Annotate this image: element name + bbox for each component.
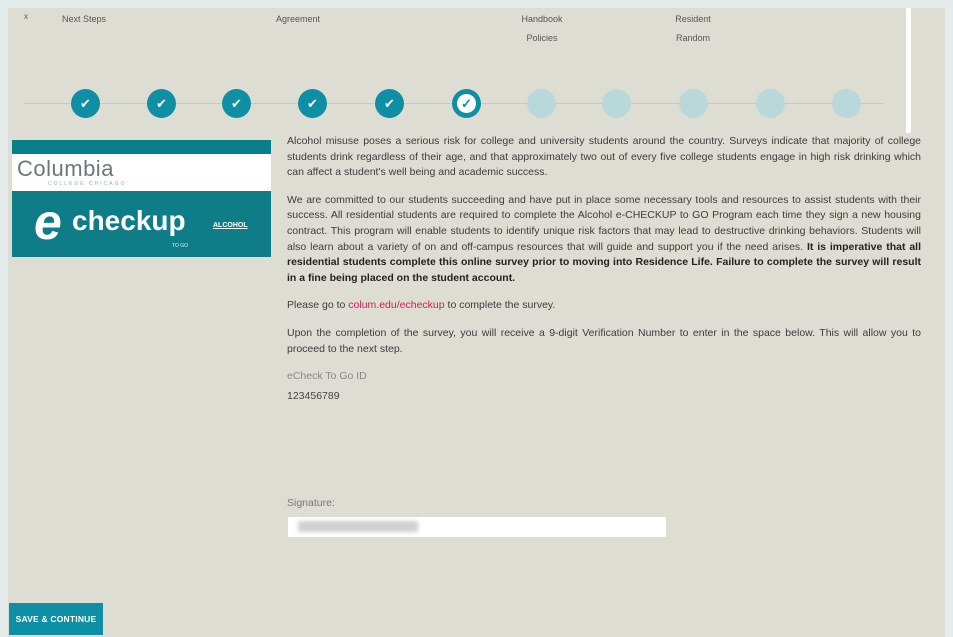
check-icon: ✔ (231, 95, 242, 111)
logo-college-name: Columbia (17, 156, 114, 181)
logo-echeckup-band: e checkup ALCOHOL TO GO (12, 191, 271, 257)
signature-label: Signature: (287, 497, 335, 509)
step-label-agreement: Agreement (276, 14, 321, 24)
step-9-pending (679, 89, 708, 118)
intro-paragraph: Alcohol misuse poses a serious risk for … (287, 135, 921, 179)
signature-redacted-value (298, 521, 418, 532)
check-icon: ✔ (80, 95, 91, 111)
step-8-pending (602, 89, 631, 118)
check-icon: ✔ (384, 95, 395, 111)
main-content: Alcohol misuse poses a serious risk for … (287, 134, 921, 404)
verification-paragraph: Upon the completion of the survey, you w… (287, 326, 921, 355)
echeckup-logo: Columbia COLLEGE CHICAGO e checkup ALCOH… (12, 140, 271, 257)
check-icon: ✓ (457, 94, 476, 113)
step-4-complete[interactable]: ✔ (298, 89, 327, 118)
step-label-next-steps: Next Steps (62, 14, 107, 24)
step-label-handbook-policies: Handbook Policies (521, 14, 563, 43)
logo-togo-word: TO GO (172, 243, 189, 249)
logo-checkup-word: checkup (72, 205, 186, 236)
step-10-pending (756, 89, 785, 118)
logo-alcohol-word: ALCOHOL (213, 222, 248, 229)
logo-college-band: Columbia COLLEGE CHICAGO (12, 140, 271, 191)
check-icon: ✔ (156, 95, 167, 111)
step-6-current[interactable]: ✓ (452, 89, 481, 118)
step-1-complete[interactable]: ✔ (71, 89, 100, 118)
check-icon: ✔ (307, 95, 318, 111)
step-5-complete[interactable]: ✔ (375, 89, 404, 118)
survey-link[interactable]: colum.edu/echeckup (348, 299, 444, 311)
step-3-complete[interactable]: ✔ (222, 89, 251, 118)
logo-college-subtitle: COLLEGE CHICAGO (48, 181, 127, 187)
step-7-pending (527, 89, 556, 118)
survey-link-paragraph: Please go to colum.edu/echeckup to compl… (287, 298, 921, 314)
requirement-paragraph: We are committed to our students succeed… (287, 193, 921, 287)
step-2-complete[interactable]: ✔ (147, 89, 176, 118)
echeck-id-label: eCheck To Go ID (287, 370, 367, 383)
step-marker: x (24, 12, 28, 21)
logo-e-mark: e (34, 194, 62, 250)
step-label-resident-random: Resident Random (675, 14, 711, 43)
step-11-pending (832, 89, 861, 118)
scrollbar[interactable] (906, 8, 911, 133)
echeck-id-value: 123456789 (287, 389, 340, 402)
survey-link-suffix: to complete the survey. (444, 299, 556, 312)
survey-link-prefix: Please go to (287, 299, 349, 312)
signature-input[interactable] (288, 517, 666, 537)
save-continue-button[interactable]: SAVE & CONTINUE (9, 603, 103, 635)
